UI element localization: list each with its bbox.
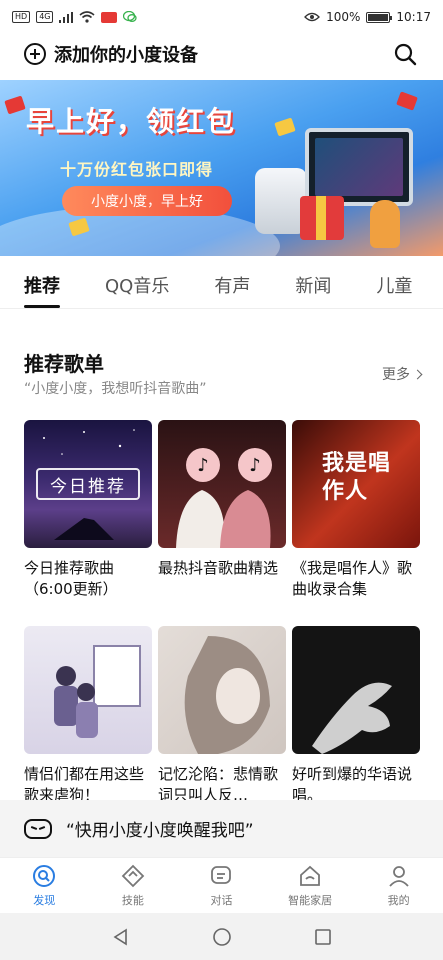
playlist-caption: 最热抖音歌曲精选	[158, 559, 279, 577]
status-left: HD 4G	[12, 11, 138, 23]
status-bar: HD 4G 100% 10:17	[0, 0, 443, 34]
tab-1[interactable]: QQ音乐	[105, 272, 169, 298]
profile-icon	[389, 865, 409, 887]
category-tabs: 推荐 QQ音乐 有声 新闻 儿童	[0, 262, 443, 308]
hand-photo-illustration	[312, 682, 392, 754]
more-button[interactable]: 更多	[382, 364, 423, 384]
hd-indicator: HD	[12, 11, 31, 23]
search-icon[interactable]	[393, 42, 417, 66]
tab-0[interactable]: 推荐	[24, 272, 60, 308]
wifi-icon	[79, 11, 96, 23]
bottom-nav: 发现 技能 对话 智能家居 我的	[0, 857, 443, 913]
gold-coin-icon	[68, 217, 90, 237]
banner-subtitle: 十万份红包张口即得	[60, 160, 214, 179]
nav-label: 智能家居	[288, 893, 333, 907]
red-envelope-icon	[396, 91, 418, 111]
xiaodu-robot-icon	[24, 818, 52, 839]
couple-illustration	[176, 490, 271, 548]
signal-icon	[59, 11, 74, 23]
sad-girl-illustration	[184, 636, 270, 754]
add-device-icon[interactable]	[24, 43, 46, 65]
promo-banner[interactable]: 早上好，领红包 十万份红包张口即得 小度小度，早上好	[0, 80, 443, 256]
cover-label: 今日推荐	[36, 468, 140, 500]
playlist-cover	[24, 626, 152, 754]
playlist-caption: 今日推荐歌曲（6:00更新）	[24, 559, 118, 598]
nav-label: 对话	[210, 893, 233, 907]
nav-skills[interactable]: 技能	[89, 858, 178, 913]
tab-3[interactable]: 新闻	[295, 272, 331, 298]
smart-display-illustration	[305, 128, 413, 206]
tabs-divider	[0, 308, 443, 309]
recent-apps-icon[interactable]	[313, 927, 333, 947]
tab-2[interactable]: 有声	[214, 272, 250, 298]
home-button-icon[interactable]	[212, 927, 232, 947]
battery-percent: 100%	[326, 10, 361, 24]
chat-icon	[211, 865, 232, 884]
system-nav-bar	[0, 913, 443, 960]
voice-wake-prompt: “快用小度小度唤醒我吧”	[66, 821, 254, 841]
playlist-card[interactable]: 今日推荐 今日推荐歌曲（6:00更新）	[24, 420, 152, 600]
add-device-title[interactable]: 添加你的小度设备	[54, 41, 198, 67]
discover-icon	[33, 864, 56, 887]
couple-painting-illustration	[54, 645, 141, 738]
playlist-card[interactable]: 记忆沦陷：悲情歌词只叫人反…	[158, 626, 286, 806]
playlist-card[interactable]: 情侣们都在用这些歌来虐狗！	[24, 626, 152, 806]
more-label: 更多	[382, 367, 410, 383]
gift-box-illustration	[300, 196, 344, 240]
cover-label: 我是唱作人	[322, 451, 392, 504]
nav-label: 我的	[387, 893, 410, 907]
eye-comfort-icon	[304, 12, 321, 22]
nav-chat[interactable]: 对话	[177, 858, 266, 913]
nav-label: 技能	[121, 893, 144, 907]
playlist-card[interactable]: 好听到爆的华语说唱。	[292, 626, 420, 806]
device-screen	[315, 138, 403, 196]
skill-icon	[121, 864, 145, 887]
nav-profile[interactable]: 我的	[354, 858, 443, 913]
playlist-cover: 今日推荐	[24, 420, 152, 548]
chevron-right-icon	[412, 369, 423, 379]
clock: 10:17	[396, 10, 431, 24]
banner-voice-pill: 小度小度，早上好	[62, 186, 232, 216]
wechat-notification-icon	[123, 11, 138, 22]
status-right: 100% 10:17	[304, 10, 431, 24]
top-bar: 添加你的小度设备	[0, 34, 443, 74]
voice-wake-bar[interactable]: “快用小度小度唤醒我吧”	[0, 800, 443, 857]
tab-4[interactable]: 儿童	[376, 272, 412, 298]
playlist-caption: 《我是唱作人》歌曲收录合集	[292, 559, 413, 598]
playlist-cover: ♪ ♪	[158, 420, 286, 548]
battery-fill	[368, 13, 389, 21]
playlist-card[interactable]: 我是唱作人 《我是唱作人》歌曲收录合集	[292, 420, 420, 600]
red-envelope-icon	[4, 95, 26, 115]
nav-discover[interactable]: 发现	[0, 858, 89, 913]
app-notification-icon	[101, 11, 118, 23]
battery-icon	[366, 11, 393, 23]
playlist-card[interactable]: ♪ ♪ 最热抖音歌曲精选	[158, 420, 286, 579]
back-icon[interactable]	[111, 927, 131, 947]
banner-title: 早上好，领红包	[26, 105, 237, 138]
playlist-cover	[292, 626, 420, 754]
girl-illustration	[370, 200, 400, 248]
playlist-cover: 我是唱作人	[292, 420, 420, 548]
home-icon	[300, 865, 320, 886]
playlist-cover	[158, 626, 286, 754]
section-subtitle: “小度小度，我想听抖音歌曲”	[24, 381, 207, 397]
nav-smart-home[interactable]: 智能家居	[266, 858, 355, 913]
gold-coin-icon	[274, 117, 296, 137]
network-indicator: 4G	[36, 11, 54, 23]
nav-label: 发现	[33, 893, 56, 907]
section-title: 推荐歌单	[24, 352, 104, 376]
